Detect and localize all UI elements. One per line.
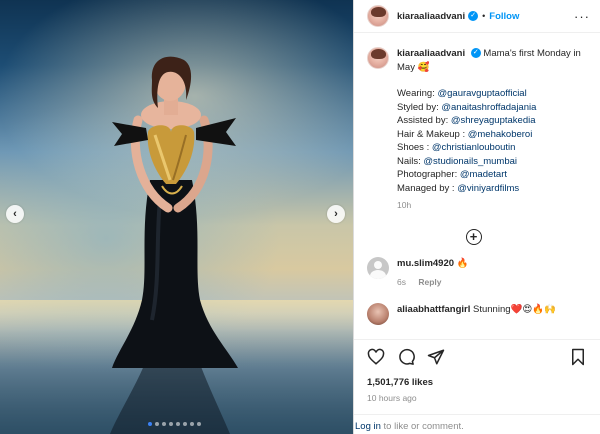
credit-label: Managed by : — [397, 182, 458, 194]
caption-credit-line: Managed by : @viniyardfilms — [397, 182, 590, 196]
caption-credit-line: Shoes : @christianlouboutin — [397, 141, 590, 155]
carousel-dot — [176, 422, 180, 426]
mention-link[interactable]: @mehakoberoi — [468, 129, 533, 140]
bookmark-icon[interactable] — [568, 347, 588, 367]
caption-credits: Wearing: @gauravguptaofficial Styled by: … — [397, 87, 590, 195]
chevron-left-icon: ‹ — [13, 208, 17, 220]
share-icon[interactable] — [426, 347, 446, 367]
verified-badge-icon: ✓ — [470, 48, 481, 59]
caption-credit-line: Styled by: @anaitashroffadajania — [397, 101, 590, 115]
carousel-dot — [197, 422, 201, 426]
mention-link[interactable]: @gauravguptaofficial — [437, 88, 526, 99]
author-avatar[interactable] — [367, 5, 389, 27]
comment-text: 🔥 — [456, 257, 469, 269]
comment-item: mu.slim4920 🔥 6s Reply — [367, 256, 590, 289]
carousel-dot — [190, 422, 194, 426]
carousel-indicator — [148, 422, 201, 426]
header-separator: • — [482, 11, 486, 21]
caption-timestamp[interactable]: 10h — [397, 199, 590, 213]
carousel-dot — [155, 422, 159, 426]
credit-label: Wearing: — [397, 88, 438, 99]
post-detail-panel: kiaraaliaadvani ✓ • Follow ··· kiaraalia… — [353, 0, 600, 434]
caption-credit-line: Wearing: @gauravguptaofficial — [397, 87, 590, 101]
caption-credit-line: Photographer: @madetart — [397, 168, 590, 182]
carousel-dot — [169, 422, 173, 426]
caption-credit-line: Nails: @studionails_mumbai — [397, 155, 590, 169]
post-photo[interactable]: ‹ › — [0, 0, 353, 434]
credit-label: Styled by: — [397, 101, 442, 113]
mention-link[interactable]: @anaitashroffadajania — [441, 102, 536, 113]
model-figure — [110, 56, 238, 434]
post-caption: kiaraaliaadvani ✓ Mama's first Monday in… — [367, 47, 590, 213]
carousel-dot — [148, 422, 152, 426]
carousel-next-button[interactable]: › — [327, 205, 345, 223]
mention-link[interactable]: @shreyaguptakedia — [451, 115, 536, 126]
author-username[interactable]: kiaraaliaadvani — [397, 11, 465, 22]
credit-label: Nails: — [397, 155, 424, 167]
carousel-dot — [162, 422, 166, 426]
credit-label: Hair & Makeup : — [397, 128, 468, 140]
plus-circle-icon[interactable]: + — [465, 228, 482, 245]
carousel-prev-button[interactable]: ‹ — [6, 205, 24, 223]
load-more-comments[interactable]: + — [357, 228, 590, 245]
comment-username[interactable]: mu.slim4920 — [397, 258, 454, 269]
follow-button[interactable]: Follow — [489, 11, 519, 22]
credit-label: Shoes : — [397, 142, 432, 153]
caption-author-avatar[interactable] — [367, 47, 389, 69]
post-header: kiaraaliaadvani ✓ • Follow ··· — [354, 0, 600, 33]
carousel-dot — [183, 422, 187, 426]
post-timestamp[interactable]: 10 hours ago — [367, 393, 417, 403]
login-prompt: Log in to like or comment. — [354, 414, 600, 434]
login-link[interactable]: Log in — [355, 421, 381, 432]
commenter-avatar[interactable] — [367, 302, 389, 325]
mention-link[interactable]: @viniyardfilms — [457, 183, 519, 194]
comment-item: aliaabhattfangirl Stunning❤️😍🔥🙌 — [367, 302, 590, 325]
mention-link[interactable]: @christianlouboutin — [432, 142, 516, 153]
verified-badge-icon: ✓ — [468, 11, 479, 21]
caption-credit-line: Hair & Makeup : @mehakoberoi — [397, 128, 590, 142]
mention-link[interactable]: @madetart — [460, 169, 507, 180]
comment-text: Stunning❤️😍🔥🙌 — [473, 303, 556, 315]
credit-label: Assisted by: — [397, 115, 451, 126]
reply-button[interactable]: Reply — [418, 277, 441, 287]
comment-icon[interactable] — [396, 347, 416, 367]
mention-link[interactable]: @studionails_mumbai — [423, 156, 517, 167]
credit-label: Photographer: — [397, 169, 460, 180]
comment-timestamp[interactable]: 6s — [397, 277, 406, 287]
caption-username[interactable]: kiaraaliaadvani — [397, 48, 465, 59]
more-options-icon[interactable]: ··· — [574, 9, 590, 24]
likes-count[interactable]: 1,501,776 likes — [367, 377, 433, 388]
chevron-right-icon: › — [334, 208, 338, 220]
comments-scroll-area[interactable]: kiaraaliaadvani ✓ Mama's first Monday in… — [354, 33, 600, 339]
caption-credit-line: Assisted by: @shreyaguptakedia — [397, 114, 590, 128]
login-prompt-text: to like or comment. — [380, 421, 464, 432]
heart-icon[interactable] — [366, 347, 386, 367]
comment-username[interactable]: aliaabhattfangirl — [397, 304, 470, 315]
commenter-avatar[interactable] — [367, 256, 389, 279]
post-actions — [354, 339, 600, 373]
